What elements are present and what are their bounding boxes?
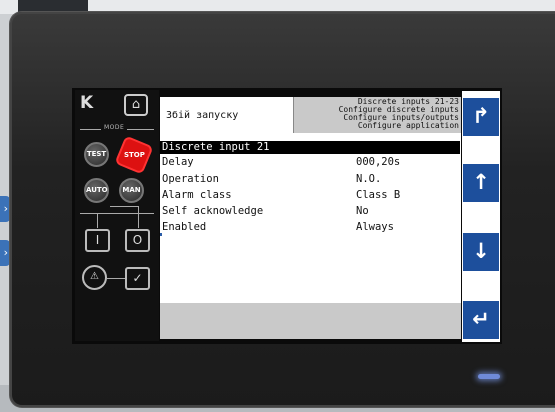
screen-footer [160, 303, 461, 339]
acknowledge-button[interactable]: ✓ [125, 267, 150, 290]
back-arrow-icon[interactable]: ↱ [463, 98, 499, 136]
stop-label: STOP [123, 151, 145, 159]
alarm-icon[interactable]: ⚠ [82, 265, 107, 290]
param-label-operation[interactable]: Operation [162, 173, 219, 185]
selected-menu-item[interactable]: Discrete input 21 [160, 141, 460, 154]
breadcrumb: Discrete inputs 21-23 Configure discrete… [293, 97, 461, 133]
param-label-self-acknowledge[interactable]: Self acknowledge [162, 205, 263, 217]
down-arrow-icon[interactable]: ↓ [463, 233, 499, 271]
mode-label: MODE [101, 124, 128, 131]
param-label-delay[interactable]: Delay [162, 156, 194, 168]
test-button[interactable]: TEST [84, 142, 109, 167]
param-value-alarm-class: Class B [356, 189, 401, 201]
param-label-enabled[interactable]: Enabled [162, 221, 206, 233]
param-value-delay: 000,20s [356, 156, 401, 168]
breadcrumb-line: Configure application [357, 121, 459, 130]
param-label-alarm-class[interactable]: Alarm class [162, 189, 232, 201]
cursor-marker [160, 233, 162, 236]
status-header: Збій запуску [166, 110, 239, 121]
lcd-screen: Збій запуску Discrete inputs 21-23 Confi… [160, 97, 461, 339]
brand-logo: K [80, 93, 94, 113]
enter-icon[interactable]: ↵ [463, 301, 499, 339]
param-value-operation: N.O. [356, 173, 382, 185]
wire-line [97, 214, 98, 228]
breaker-on-button[interactable]: I [85, 229, 110, 252]
wire-line [110, 206, 138, 207]
home-button[interactable]: ⌂ [124, 94, 148, 116]
breaker-off-button[interactable]: O [125, 229, 150, 252]
manual-button[interactable]: MAN [119, 178, 144, 203]
selected-item-label: Discrete input 21 [162, 141, 270, 153]
param-value-self-acknowledge: No [356, 205, 369, 217]
wire-line [107, 278, 125, 279]
up-arrow-icon[interactable]: ↑ [463, 164, 499, 202]
auto-button[interactable]: AUTO [84, 178, 109, 203]
wire-line [138, 206, 139, 228]
wire-line [80, 213, 154, 214]
param-value-enabled: Always [356, 221, 394, 233]
status-led [478, 374, 500, 379]
side-chevron-icon: › [0, 240, 10, 266]
side-chevron-icon: › [0, 196, 10, 222]
